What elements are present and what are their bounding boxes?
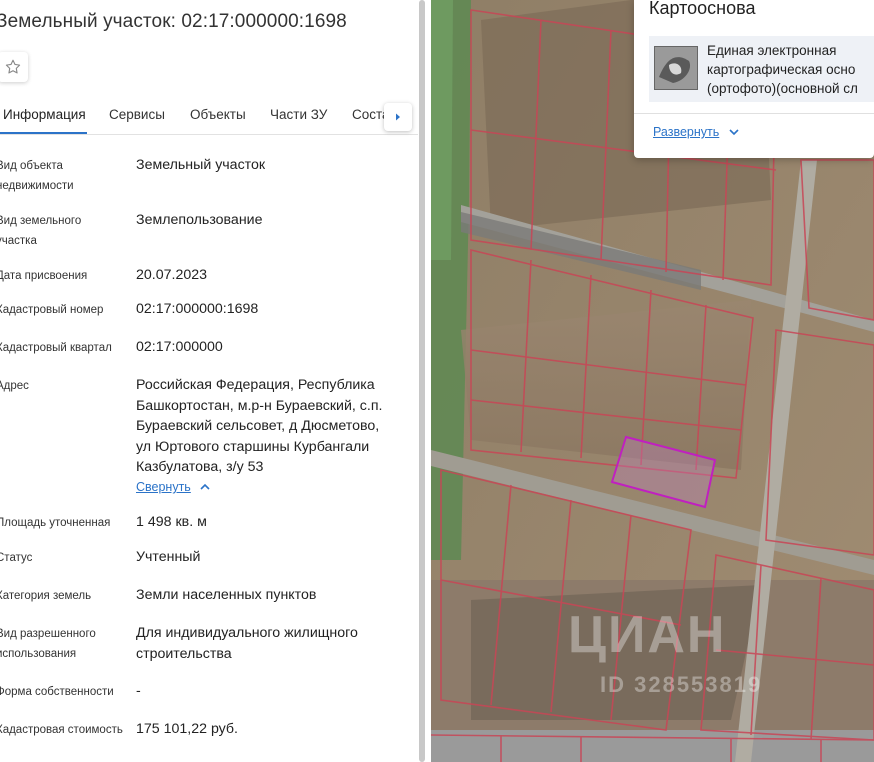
watermark-brand: ЦИАН: [568, 606, 727, 664]
tab-objects[interactable]: Объекты: [190, 107, 246, 122]
basemap-card: Картооснова Единая электронная картограф…: [634, 0, 874, 158]
value-parcel-type: Землепользование: [136, 212, 263, 228]
collapse-address-link[interactable]: Свернуть: [136, 480, 210, 494]
label-object-type: Вид объекта недвижимости: [0, 160, 74, 192]
value-object-type: Земельный участок: [136, 157, 266, 173]
value-cadastral-value: 175 101,22 руб.: [136, 721, 239, 737]
label-cadastral-number: Кадастровый номер: [0, 304, 104, 316]
value-area: 1 498 кв. м: [136, 514, 207, 530]
collapse-link-label: Свернуть: [136, 480, 191, 494]
chevron-right-icon: [396, 113, 400, 121]
label-ownership: Форма собственности: [0, 686, 114, 698]
watermark-id: ID 328553819: [600, 672, 763, 697]
label-status: Статус: [0, 552, 33, 564]
chevron-down-icon: [729, 129, 739, 136]
label-land-category: Категория земель: [0, 590, 92, 602]
tabs-next-button[interactable]: [384, 103, 412, 131]
label-cadastral-value: Кадастровая стоимость: [0, 724, 123, 736]
value-land-category: Земли населенных пунктов: [136, 587, 317, 603]
label-area: Площадь уточненная: [0, 517, 111, 529]
value-address: Российская Федерация, Республика Башкорт…: [136, 377, 383, 475]
label-address: Адрес: [0, 380, 29, 392]
layer-description: Единая электронная картографическая осно…: [707, 41, 858, 98]
layer-thumbnail: [654, 46, 698, 90]
value-permitted-use: Для индивидуального жилищного строительс…: [136, 625, 358, 662]
expand-link-label: Развернуть: [653, 125, 720, 139]
basemap-title: Картооснова: [649, 0, 756, 18]
label-permitted-use: Вид разрешенного использования: [0, 628, 96, 660]
basemap-layer-item[interactable]: Единая электронная картографическая осно…: [649, 36, 874, 102]
info-panel: Земельный участок: 02:17:000000:1698 Инф…: [0, 0, 418, 762]
cian-watermark: ЦИАН: [568, 605, 726, 665]
tab-parts[interactable]: Части ЗУ: [270, 107, 327, 122]
expand-basemap-link[interactable]: Развернуть: [653, 125, 739, 139]
card-divider: [634, 113, 874, 114]
value-status: Учтенный: [136, 549, 201, 565]
active-tab-indicator: [0, 132, 87, 134]
tab-info[interactable]: Информация: [3, 107, 86, 122]
label-assign-date: Дата присвоения: [0, 270, 88, 282]
tab-services[interactable]: Сервисы: [109, 107, 165, 122]
label-cadastral-quarter: Кадастровый квартал: [0, 342, 112, 354]
chevron-up-icon: [200, 483, 210, 490]
star-outline-icon: [5, 59, 21, 74]
favorite-button[interactable]: [0, 52, 28, 82]
page-title: Земельный участок: 02:17:000000:1698: [0, 11, 347, 32]
layer-text-line2: картографическая осно: [707, 62, 856, 77]
label-parcel-type: Вид земельного участка: [0, 215, 82, 247]
value-ownership: -: [136, 683, 141, 699]
value-cadastral-number: 02:17:000000:1698: [136, 301, 259, 317]
value-cadastral-quarter: 02:17:000000: [136, 339, 223, 355]
value-assign-date: 20.07.2023: [136, 267, 208, 283]
layer-text-line1: Единая электронная: [707, 43, 837, 58]
tab-bar: Информация Сервисы Объекты Части ЗУ Сост…: [0, 98, 418, 135]
layer-text-line3: (ортофото)(основной сл: [707, 81, 858, 96]
panel-scrollbar-thumb[interactable]: [419, 0, 425, 762]
